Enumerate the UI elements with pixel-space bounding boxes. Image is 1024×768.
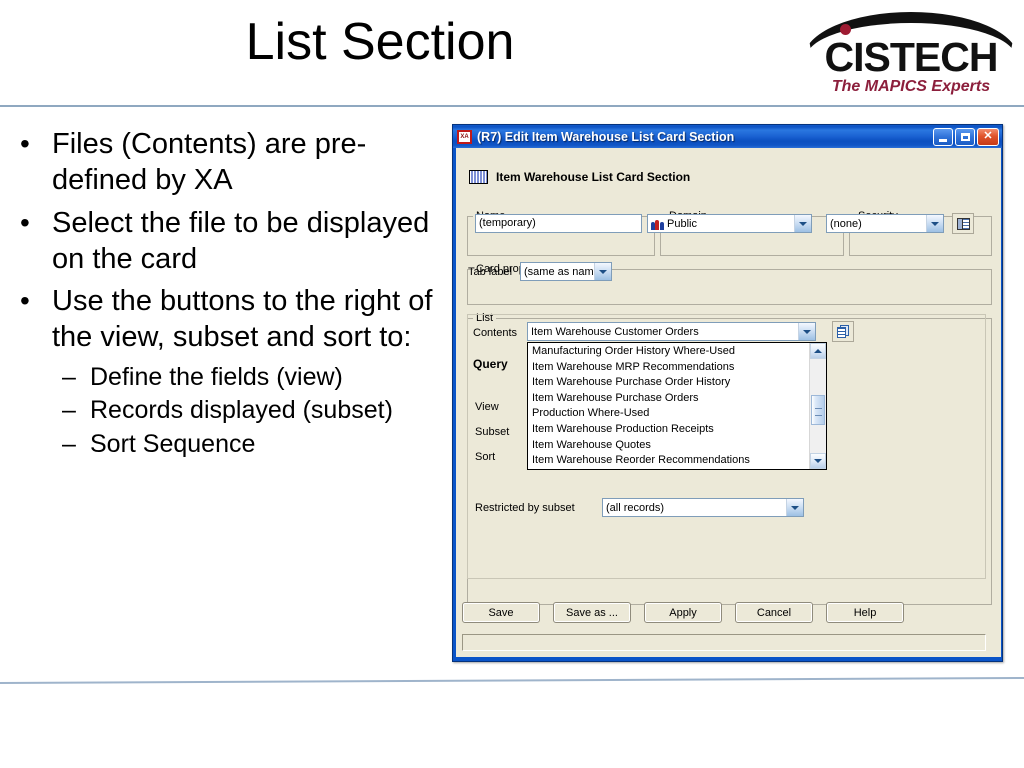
copy-contents-button[interactable] (832, 321, 854, 342)
minimize-button[interactable] (933, 127, 953, 146)
bullet-item: Use the buttons to the right of the view… (8, 283, 448, 356)
restricted-by-subset-value: (all records) (606, 501, 665, 514)
apply-button[interactable]: Apply (644, 602, 722, 623)
section-header: Item Warehouse List Card Section (469, 170, 690, 184)
security-select[interactable]: (none) (826, 214, 944, 233)
list-item[interactable]: Production Where-Used (528, 406, 809, 422)
cistech-logo: CISTECH The MAPICS Experts (800, 6, 1022, 102)
tab-label-select[interactable]: (same as name) (520, 262, 612, 281)
maximize-icon (960, 132, 970, 141)
cancel-button[interactable]: Cancel (735, 602, 813, 623)
chevron-down-icon[interactable] (786, 499, 803, 516)
contents-dropdown-list[interactable]: Manufacturing Order History Where-Used I… (527, 342, 827, 470)
slide-body: Files (Contents) are pre-defined by XA S… (8, 126, 448, 462)
sub-bullet-item: Define the fields (view) (8, 362, 448, 394)
help-button[interactable]: Help (826, 602, 904, 623)
logo-tagline: The MAPICS Experts (831, 78, 991, 95)
status-bar (462, 634, 986, 651)
security-list-icon (956, 217, 970, 230)
dialog-button-row: Save Save as ... Apply Cancel Help (462, 602, 904, 623)
sub-bullet-item: Sort Sequence (8, 429, 448, 461)
chevron-down-icon[interactable] (794, 215, 811, 232)
people-icon (651, 217, 664, 230)
save-button[interactable]: Save (462, 602, 540, 623)
tab-label-label: Tab label (468, 266, 513, 278)
dropdown-options: Manufacturing Order History Where-Used I… (528, 343, 809, 469)
name-input[interactable]: (temporary) (475, 214, 642, 233)
contents-select-value: Item Warehouse Customer Orders (531, 325, 699, 338)
maximize-button[interactable] (955, 127, 975, 146)
close-icon: ✕ (983, 130, 993, 142)
logo-wordmark: CISTECH (824, 34, 999, 80)
list-item[interactable]: Item Warehouse Reorder Recommendations (528, 453, 809, 469)
list-item[interactable]: Item Warehouse Purchase Orders (528, 391, 809, 407)
query-item-sort[interactable]: Sort (475, 451, 495, 463)
page-title: List Section (245, 13, 515, 71)
scroll-up-icon[interactable] (810, 343, 826, 359)
security-detail-button[interactable] (952, 213, 974, 234)
domain-select[interactable]: Public (647, 214, 812, 233)
list-card-icon (469, 170, 488, 184)
chevron-down-icon[interactable] (594, 263, 611, 280)
query-item-subset[interactable]: Subset (475, 426, 509, 438)
list-item[interactable]: Item Warehouse Production Receipts (528, 422, 809, 438)
sub-bullet-list: Define the fields (view) Records display… (8, 362, 448, 461)
header-divider (0, 105, 1024, 107)
save-as-button[interactable]: Save as ... (553, 602, 631, 623)
footer-divider (0, 676, 1024, 684)
scrollbar-thumb[interactable] (811, 395, 825, 425)
dialog-titlebar[interactable]: XA (R7) Edit Item Warehouse List Card Se… (453, 125, 1002, 148)
tab-label-select-value: (same as name) (524, 265, 594, 278)
sub-bullet-item: Records displayed (subset) (8, 395, 448, 427)
dropdown-scrollbar[interactable] (809, 343, 826, 469)
domain-select-value: Public (667, 217, 697, 230)
bullet-item: Select the file to be displayed on the c… (8, 205, 448, 278)
minimize-icon (939, 138, 947, 142)
scroll-down-icon[interactable] (810, 453, 826, 469)
window-controls: ✕ (933, 127, 999, 146)
contents-label: Contents (473, 327, 518, 339)
dialog-title: (R7) Edit Item Warehouse List Card Secti… (477, 129, 735, 144)
copy-icon (836, 325, 850, 338)
contents-select[interactable]: Item Warehouse Customer Orders (527, 322, 816, 341)
restricted-by-subset-label: Restricted by subset (475, 502, 575, 514)
chevron-down-icon[interactable] (926, 215, 943, 232)
section-header-label: Item Warehouse List Card Section (496, 170, 691, 184)
query-label: Query (473, 357, 508, 371)
list-item[interactable]: Item Warehouse Purchase Order History (528, 375, 809, 391)
xa-app-icon: XA (457, 129, 472, 144)
chevron-down-icon[interactable] (798, 323, 815, 340)
security-select-value: (none) (830, 217, 862, 230)
query-item-view[interactable]: View (475, 401, 499, 413)
close-button[interactable]: ✕ (977, 127, 999, 146)
restricted-by-subset-select[interactable]: (all records) (602, 498, 804, 517)
list-item[interactable]: Item Warehouse MRP Recommendations (528, 360, 809, 376)
bullet-item: Files (Contents) are pre-defined by XA (8, 126, 448, 199)
list-item[interactable]: Manufacturing Order History Where-Used (528, 344, 809, 360)
list-item[interactable]: Item Warehouse Quotes (528, 438, 809, 454)
